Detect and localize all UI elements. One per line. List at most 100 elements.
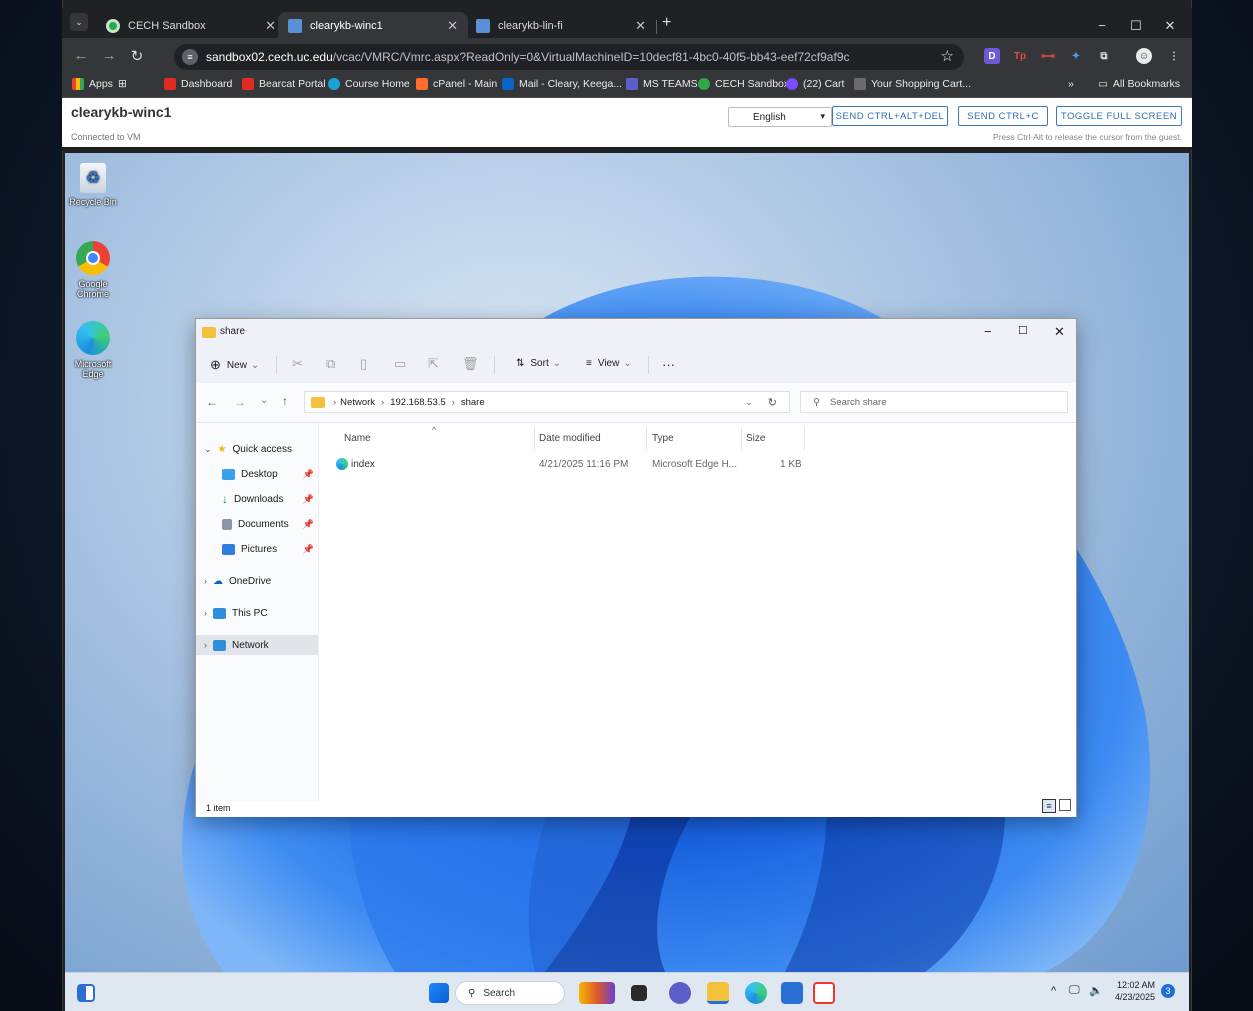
folder-icon xyxy=(202,327,216,338)
extension-icon[interactable]: ⟷ xyxy=(1040,48,1056,64)
maximize-icon[interactable]: ☐ xyxy=(1126,18,1146,34)
bookmark-grid[interactable]: ⊞ xyxy=(118,78,127,90)
desktop-icon-microsoft-edge[interactable]: Microsoft Edge xyxy=(65,321,121,379)
bookmark-dashboard[interactable]: Dashboard xyxy=(164,78,232,90)
share-icon[interactable]: ⇱ xyxy=(428,356,439,372)
crumb-share[interactable]: share xyxy=(461,397,485,408)
tray-overflow-icon[interactable]: ^ xyxy=(1051,985,1056,997)
extensions-puzzle-icon[interactable]: ⧉ xyxy=(1096,48,1112,64)
all-bookmarks[interactable]: ▭ All Bookmarks xyxy=(1098,78,1180,90)
close-window-icon[interactable]: ✕ xyxy=(1160,18,1180,34)
extension-icon[interactable]: Tp xyxy=(1012,48,1028,64)
bookmark-ms-teams[interactable]: MS TEAMS xyxy=(626,78,698,90)
toggle-fullscreen-button[interactable]: TOGGLE FULL SCREEN xyxy=(1056,106,1182,126)
minimize-icon[interactable]: − xyxy=(1092,18,1112,33)
tab-search-button[interactable]: ⌄ xyxy=(70,13,88,31)
chevron-down-icon[interactable]: ⌄ xyxy=(745,397,753,408)
notification-badge[interactable]: 3 xyxy=(1161,984,1175,998)
close-icon[interactable]: ✕ xyxy=(1054,324,1065,340)
bookmark-cpanel[interactable]: cPanel - Main xyxy=(416,78,497,90)
store-icon[interactable] xyxy=(781,982,803,1004)
release-hint: Press Ctrl-Alt to release the cursor fro… xyxy=(993,132,1182,142)
view-button[interactable]: ≡ View ⌄ xyxy=(586,358,632,369)
column-size[interactable]: Size xyxy=(746,433,765,444)
pin-icon: 📌 xyxy=(302,543,314,554)
new-tab-button[interactable]: + xyxy=(662,14,671,32)
bookmark-star-icon[interactable]: ☆ xyxy=(941,47,954,65)
paste-icon[interactable]: ▯ xyxy=(360,356,367,372)
reload-icon[interactable]: ↻ xyxy=(128,47,146,65)
more-options-button[interactable]: ··· xyxy=(662,357,675,372)
tab-clearykb-winc1[interactable]: clearykb-winc1 ✕ xyxy=(278,12,468,40)
bookmark-mail[interactable]: Mail - Cleary, Keega... xyxy=(502,78,622,90)
tab-cech-sandbox[interactable]: CECH Sandbox ✕ xyxy=(96,12,286,40)
clock[interactable]: 12:02 AM 4/23/2025 xyxy=(1109,979,1155,1003)
close-tab-icon[interactable]: ✕ xyxy=(635,18,646,34)
volume-icon[interactable]: 🔈 xyxy=(1089,984,1103,997)
desktop-icon-google-chrome[interactable]: Google Chrome xyxy=(65,241,121,299)
bookmark-course-home[interactable]: Course Home xyxy=(328,78,410,90)
search-box[interactable]: ⚲ Search share xyxy=(800,391,1068,413)
edge-taskbar-icon[interactable] xyxy=(745,982,767,1004)
send-ctrl-alt-del-button[interactable]: SEND CTRL+ALT+DEL xyxy=(832,106,948,126)
breadcrumb[interactable]: › Network › 192.168.53.5 › share ⌄ ↻ xyxy=(304,391,790,413)
bookmark-cart[interactable]: (22) Cart xyxy=(786,78,844,90)
extension-icon[interactable]: ✦ xyxy=(1068,48,1084,64)
bookmark-apps[interactable]: Apps xyxy=(72,78,113,90)
extension-icon[interactable]: D xyxy=(984,48,1000,64)
rename-icon[interactable]: ▭ xyxy=(394,356,406,372)
tab-clearykb-lin-fi[interactable]: clearykb-lin-fi ✕ xyxy=(466,12,656,40)
back-icon[interactable]: ← xyxy=(72,47,90,64)
minimize-icon[interactable]: − xyxy=(984,324,992,339)
start-icon[interactable] xyxy=(429,983,449,1003)
details-view-icon[interactable]: ≡ xyxy=(1042,799,1056,813)
copy-icon[interactable]: ⧉ xyxy=(326,356,335,372)
rdp-icon[interactable] xyxy=(813,982,835,1004)
column-name[interactable]: Name xyxy=(344,433,371,444)
nav-quick-access[interactable]: ⌄ ★ Quick access xyxy=(196,439,318,459)
refresh-icon[interactable]: ↻ xyxy=(768,396,777,409)
crumb-network[interactable]: Network xyxy=(340,397,375,408)
profile-avatar[interactable]: ☺ xyxy=(1136,48,1152,64)
search-highlight-icon[interactable] xyxy=(579,982,615,1004)
file-explorer-taskbar-icon[interactable] xyxy=(707,982,729,1004)
site-info-icon[interactable]: ≡ xyxy=(182,49,198,65)
tiles-view-icon[interactable] xyxy=(1059,799,1071,811)
column-date-modified[interactable]: Date modified xyxy=(539,433,601,444)
menu-icon[interactable]: ⋮ xyxy=(1166,48,1182,64)
sort-button[interactable]: ⇅ Sort ⌄ xyxy=(516,358,561,369)
desktop-icon-recycle-bin[interactable]: ♻ Recycle Bin xyxy=(65,163,121,207)
nav-desktop[interactable]: Desktop 📌 xyxy=(196,464,318,484)
taskbar-search[interactable]: ⚲ Search xyxy=(455,981,565,1005)
column-type[interactable]: Type xyxy=(652,433,674,444)
close-tab-icon[interactable]: ✕ xyxy=(447,18,458,34)
address-bar[interactable]: ≡ sandbox02.cech.uc.edu/vcac/VMRC/Vmrc.a… xyxy=(174,44,964,70)
nav-onedrive[interactable]: › ☁ OneDrive xyxy=(196,571,318,591)
up-icon[interactable]: ↑ xyxy=(282,394,288,408)
nav-downloads[interactable]: ↓ Downloads 📌 xyxy=(196,489,318,509)
task-view-icon[interactable] xyxy=(631,985,647,1001)
back-icon[interactable]: ← xyxy=(206,395,218,409)
bookmarks-overflow[interactable]: » xyxy=(1068,78,1074,90)
nav-network[interactable]: › Network xyxy=(196,635,318,655)
close-tab-icon[interactable]: ✕ xyxy=(265,18,276,34)
network-tray-icon[interactable]: 🖵 xyxy=(1069,984,1080,997)
forward-icon[interactable]: → xyxy=(100,47,118,64)
forward-icon[interactable]: → xyxy=(234,395,246,409)
cut-icon[interactable]: ✂ xyxy=(292,356,303,372)
nav-pictures[interactable]: Pictures 📌 xyxy=(196,539,318,559)
bookmark-shopping-cart[interactable]: Your Shopping Cart... xyxy=(854,78,971,90)
recent-chevron-icon[interactable]: ⌄ xyxy=(260,395,268,406)
widgets-icon[interactable] xyxy=(77,984,95,1002)
crumb-host[interactable]: 192.168.53.5 xyxy=(390,397,445,408)
teams-chat-icon[interactable] xyxy=(669,982,691,1004)
maximize-icon[interactable]: ☐ xyxy=(1018,324,1028,337)
delete-icon[interactable]: 🗑 xyxy=(462,356,479,372)
nav-this-pc[interactable]: › This PC xyxy=(196,603,318,623)
nav-documents[interactable]: Documents 📌 xyxy=(196,514,318,534)
send-ctrl-c-button[interactable]: SEND CTRL+C xyxy=(958,106,1048,126)
bookmark-cech-sandbox[interactable]: CECH Sandbox xyxy=(698,78,789,90)
new-button[interactable]: ⊕ New ⌄ xyxy=(210,357,259,373)
language-select[interactable]: English ▾ xyxy=(728,107,832,127)
bookmark-bearcat-portal[interactable]: Bearcat Portal xyxy=(242,78,326,90)
